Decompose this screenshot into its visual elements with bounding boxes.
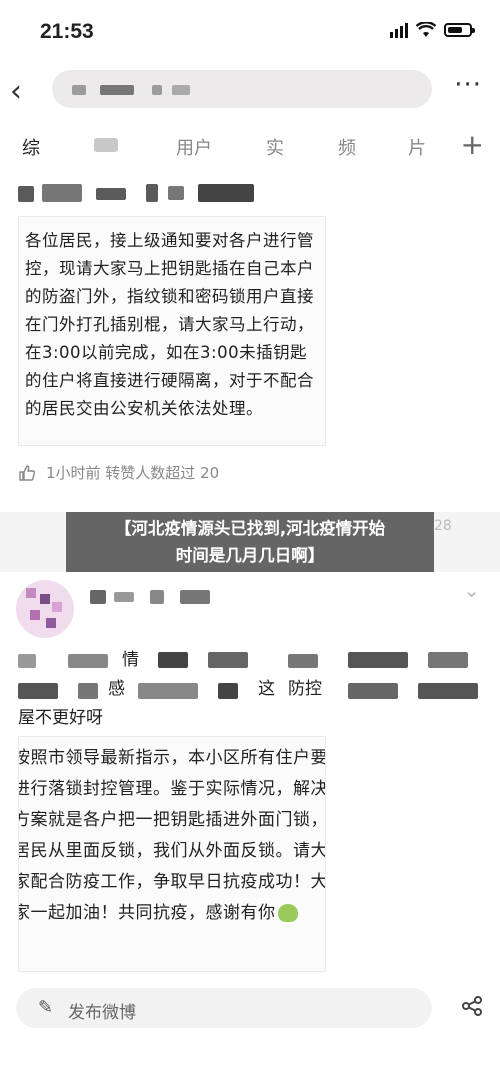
status-time: 21:53: [40, 20, 94, 43]
share-icon[interactable]: [460, 994, 484, 1024]
notice-image-1[interactable]: 各位居民，接上级通知要对各户进行管控，现请大家马上把钥匙插在自己本户的防盗门外，…: [18, 216, 326, 446]
compose-post-input[interactable]: ✎ 发布微博: [16, 988, 432, 1028]
post-2-text-line-3: 屋不更好呀: [18, 708, 103, 728]
headline-line-1: 【河北疫情源头已找到,河北疫情开始: [114, 519, 386, 538]
post-2-text-fragment: 这: [258, 679, 275, 699]
post-1-blurred-header: [18, 182, 258, 204]
username-blurred[interactable]: [90, 588, 350, 606]
banner-right-text: 28: [434, 518, 452, 534]
like-icon[interactable]: [18, 464, 36, 482]
notice-image-2-text: 按照市领导最新指示，本小区所有住户要进行落锁封控管理。鉴于实际情况，解决方案就是…: [18, 743, 326, 929]
compose-placeholder: 发布微博: [68, 1003, 136, 1023]
avatar[interactable]: [16, 580, 74, 638]
post-2-text-fragment: 防控: [288, 679, 322, 699]
notice-image-2[interactable]: 按照市领导最新指示，本小区所有住户要进行落锁封控管理。鉴于实际情况，解决方案就是…: [18, 736, 326, 972]
edit-icon: ✎: [38, 997, 54, 1018]
notice-image-1-text: 各位居民，接上级通知要对各户进行管控，现请大家马上把钥匙插在自己本户的防盗门外，…: [25, 231, 314, 418]
post-2-text-fragment: 情: [122, 650, 139, 670]
status-bar: 21:53: [0, 0, 500, 62]
more-icon[interactable]: ···: [454, 70, 482, 100]
tab-bar: 综 用户 实 频 片 +: [0, 118, 500, 173]
tab-video[interactable]: 频: [338, 134, 356, 160]
chevron-down-icon[interactable]: ⌄: [463, 578, 480, 602]
tab-comprehensive[interactable]: 综: [22, 134, 40, 160]
add-tab-icon[interactable]: +: [461, 128, 484, 161]
tab-blurred[interactable]: [94, 138, 118, 152]
headline-banner: 【河北疫情源头已找到,河北疫情开始 时间是几月几日啊】: [66, 512, 434, 572]
post-2-text-fragment: 感: [108, 679, 125, 699]
tab-users[interactable]: 用户: [176, 134, 212, 160]
search-title-blurred[interactable]: [52, 70, 432, 108]
post-1-meta-text: 1小时前 转赞人数超过 20: [46, 464, 220, 482]
battery-icon: [444, 23, 475, 37]
tab-images[interactable]: 片: [408, 134, 426, 160]
emoji-icon: [277, 904, 298, 922]
signal-icon: [390, 22, 408, 38]
back-chevron-icon[interactable]: ‹: [10, 74, 22, 109]
notice-image-2-text-content: 按照市领导最新指示，本小区所有住户要进行落锁封控管理。鉴于实际情况，解决方案就是…: [18, 748, 326, 923]
post-1-meta: 1小时前 转赞人数超过 20: [18, 462, 219, 483]
status-icons: [390, 22, 475, 38]
tab-realtime[interactable]: 实: [266, 134, 284, 160]
nav-bar: ‹ ···: [0, 62, 500, 119]
headline-line-2: 时间是几月几日啊】: [175, 546, 325, 565]
wifi-icon: [416, 22, 436, 37]
